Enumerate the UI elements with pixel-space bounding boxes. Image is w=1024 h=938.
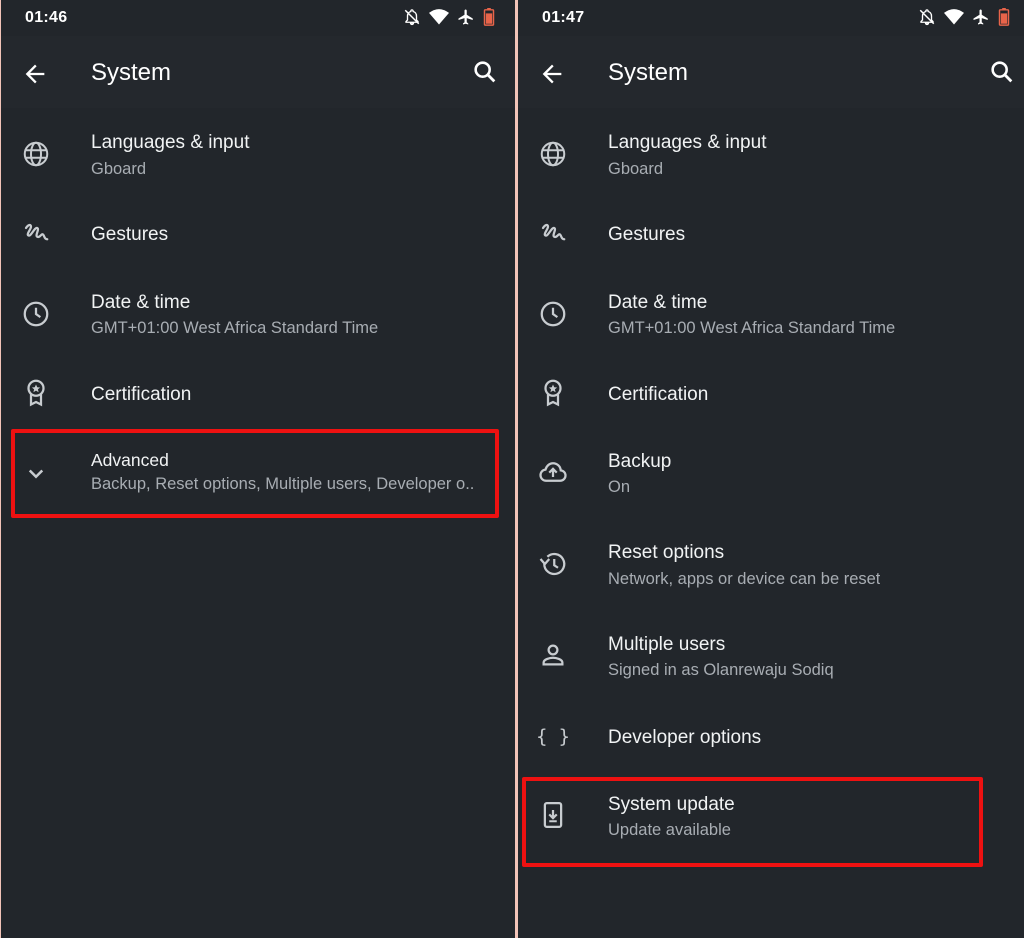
highlight-box-advanced (11, 429, 499, 518)
battery-icon (483, 8, 495, 26)
item-subtitle: Gboard (608, 160, 664, 178)
person-icon (542, 644, 564, 666)
item-subtitle: Network, apps or device can be reset (608, 570, 881, 588)
gesture-icon (24, 223, 49, 241)
item-title: Developer options (608, 727, 762, 748)
app-bar: System (1, 36, 515, 108)
code-braces-icon: { } (538, 726, 568, 747)
wifi-icon (944, 9, 964, 25)
settings-item-languages[interactable]: Languages & input Gboard (518, 115, 1024, 195)
settings-item-gestures[interactable]: Gestures (1, 200, 515, 270)
backup-icon (539, 462, 567, 482)
settings-item-backup[interactable]: Backup On (518, 435, 1024, 515)
airplane-icon (458, 9, 473, 25)
item-title: Gestures (608, 224, 686, 245)
certification-icon (544, 379, 562, 407)
settings-item-date-time[interactable]: Date & time GMT+01:00 West Africa Standa… (518, 275, 1024, 355)
item-title: Gestures (91, 224, 169, 245)
bell-off-icon (404, 9, 420, 26)
battery-icon (998, 8, 1010, 26)
search-icon[interactable] (988, 58, 1016, 86)
settings-item-multiple-users[interactable]: Multiple users Signed in as Olanrewaju S… (518, 618, 1024, 698)
page-title: System (91, 59, 172, 86)
item-title: Multiple users (608, 634, 726, 655)
settings-item-date-time[interactable]: Date & time GMT+01:00 West Africa Standa… (1, 275, 515, 355)
airplane-icon (973, 9, 988, 25)
item-title: Reset options (608, 542, 725, 563)
gesture-icon (541, 223, 566, 241)
settings-item-gestures[interactable]: Gestures (518, 200, 1024, 270)
item-title: Languages & input (608, 132, 767, 153)
item-title: Backup (608, 451, 672, 472)
app-bar: System (518, 36, 1024, 108)
status-icons (918, 8, 1010, 26)
highlight-box-system-update (522, 777, 983, 867)
settings-item-developer-options[interactable]: { } Developer options (518, 703, 1024, 773)
clock-icon (540, 301, 566, 327)
status-time: 01:47 (542, 9, 585, 26)
status-bar: 01:46 (1, 0, 515, 36)
wifi-icon (429, 9, 449, 25)
restore-icon (539, 552, 566, 576)
globe-icon (540, 141, 566, 167)
settings-item-languages[interactable]: Languages & input Gboard (1, 115, 515, 195)
status-bar: 01:47 (518, 0, 1024, 36)
settings-item-reset-options[interactable]: Reset options Network, apps or device ca… (518, 527, 1024, 607)
settings-item-certification[interactable]: Certification (1, 360, 515, 430)
page-title: System (608, 59, 689, 86)
item-subtitle: GMT+01:00 West Africa Standard Time (608, 319, 896, 337)
settings-item-certification[interactable]: Certification (518, 360, 1024, 430)
left-screen: 01:46 System Languages & input Gboard Ge… (1, 0, 515, 938)
item-title: Date & time (608, 292, 708, 313)
item-subtitle: On (608, 478, 631, 496)
globe-icon (23, 141, 49, 167)
svg-text:{ }: { } (538, 726, 568, 747)
certification-icon (27, 379, 45, 407)
item-title: Certification (91, 384, 192, 405)
back-arrow-icon[interactable] (538, 60, 566, 88)
item-title: Languages & input (91, 132, 250, 153)
status-time: 01:46 (25, 9, 68, 26)
item-subtitle: Signed in as Olanrewaju Sodiq (608, 661, 834, 679)
bell-off-icon (919, 9, 935, 26)
item-subtitle: Gboard (91, 160, 147, 178)
back-arrow-icon[interactable] (21, 60, 49, 88)
item-title: Date & time (91, 292, 191, 313)
right-screen: 01:47 System Languages & input Gboard Ge… (518, 0, 1024, 938)
search-icon[interactable] (471, 58, 499, 86)
item-title: Certification (608, 384, 709, 405)
status-icons (403, 8, 495, 26)
item-subtitle: GMT+01:00 West Africa Standard Time (91, 319, 379, 337)
clock-icon (23, 301, 49, 327)
